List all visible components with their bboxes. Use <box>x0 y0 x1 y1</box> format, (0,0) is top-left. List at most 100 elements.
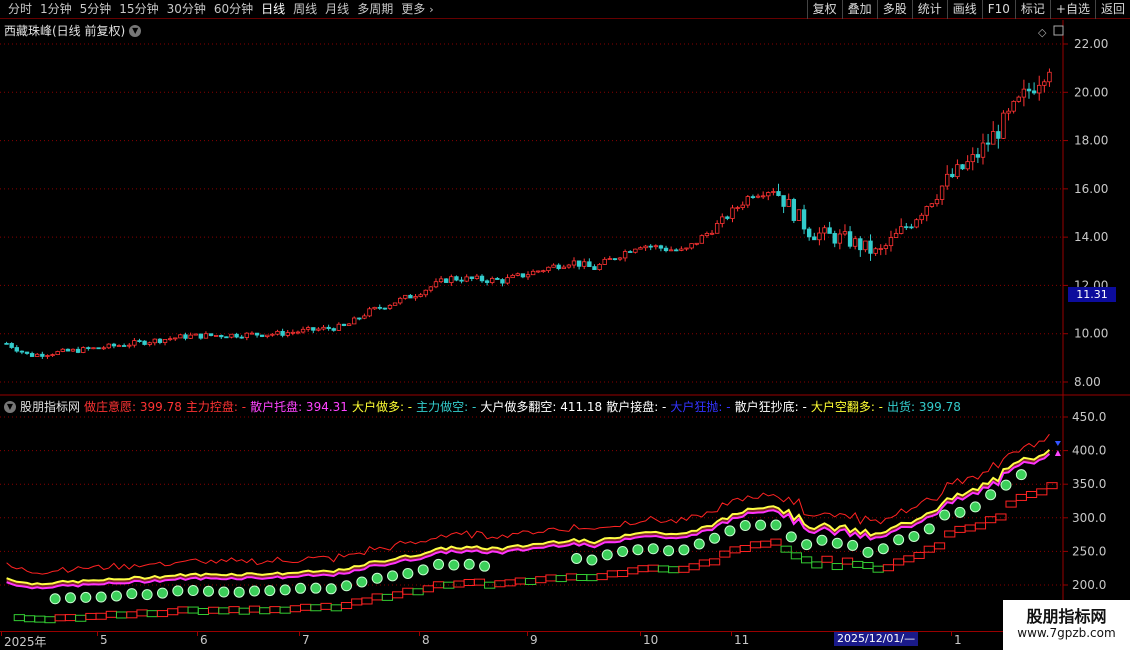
coin-circle <box>95 591 107 603</box>
candlestick <box>198 333 204 340</box>
candlestick <box>392 302 398 306</box>
candle-body <box>249 332 255 335</box>
candle-body <box>914 219 919 228</box>
candle-body <box>265 334 270 337</box>
indicator-legend-item: 大户做多翻空: 411.18 <box>480 400 603 414</box>
indicator-step-box <box>228 606 240 614</box>
candle-body <box>326 326 331 329</box>
candlestick <box>740 201 745 211</box>
period-tab[interactable]: 多周期 <box>353 0 397 19</box>
candle-body <box>9 343 14 348</box>
indicator-step-box <box>576 573 588 581</box>
candlestick <box>81 346 86 354</box>
chevron-down-icon[interactable]: ▼ <box>129 24 142 37</box>
candlestick <box>965 155 970 171</box>
period-tab[interactable]: 5分钟 <box>76 0 116 19</box>
main-y-tick-label: 22.00 <box>1074 37 1108 51</box>
candle-body <box>96 347 101 350</box>
coin-marker-icon <box>862 546 874 558</box>
indicator-step-box <box>126 611 138 619</box>
candlestick <box>1042 79 1047 93</box>
coin-circle <box>80 591 92 603</box>
candle-body <box>520 273 526 278</box>
coin-marker-icon <box>341 580 353 592</box>
indicator-step-box <box>402 587 414 595</box>
candlestick <box>1016 95 1021 103</box>
candlestick <box>868 234 873 261</box>
candle-body <box>960 164 965 170</box>
candle-body <box>219 335 224 338</box>
indicator-step-box <box>801 556 813 564</box>
coin-marker-icon <box>617 546 629 558</box>
chevron-down-icon[interactable]: ▼ <box>4 400 16 413</box>
candle-body <box>955 164 960 178</box>
candle-body <box>469 276 474 279</box>
candlestick <box>193 333 198 336</box>
candle-body <box>571 260 577 266</box>
candle-body <box>1021 88 1027 98</box>
period-tab[interactable]: 分时 <box>4 0 36 19</box>
coin-marker-icon <box>785 531 797 543</box>
candle-body <box>50 354 55 356</box>
indicator-step-box <box>95 612 107 620</box>
period-tab[interactable]: 1分钟 <box>36 0 76 19</box>
period-tab[interactable]: 15分钟 <box>115 0 162 19</box>
tool-buttons: 复权 叠加 多股 统计 画线 F10 标记 +自选 返回 <box>806 0 1130 19</box>
indicator-step-box <box>238 607 250 615</box>
coin-circle <box>816 534 828 546</box>
kline-chart[interactable]: 22.0020.0018.0016.0014.0012.0010.008.00◇ <box>0 20 1130 396</box>
coin-marker-icon <box>126 588 138 600</box>
candle-body <box>398 297 403 304</box>
side-scrollbar[interactable] <box>1118 20 1130 396</box>
chevron-right-icon[interactable]: › <box>429 3 433 16</box>
period-tab[interactable]: 月线 <box>321 0 353 19</box>
candlestick <box>316 327 321 332</box>
period-tab[interactable]: 周线 <box>289 0 321 19</box>
indicator-step-box <box>177 606 189 614</box>
indicator-step-box <box>473 578 486 586</box>
candlestick <box>50 353 55 357</box>
candle-body <box>791 199 797 221</box>
indicator-step-box <box>381 593 394 601</box>
candle-body <box>771 191 776 193</box>
candle-body <box>91 347 96 350</box>
tool-button[interactable]: 复权 <box>806 0 842 19</box>
date-axis-label: 1 <box>954 633 962 647</box>
indicator-step-box <box>944 530 956 538</box>
candle-body <box>362 315 367 319</box>
indicator-chart[interactable]: 450.0 400.0 350.0 300.0 250.0 200.0 <box>0 396 1130 630</box>
indicator-step-box <box>647 564 659 572</box>
period-tab[interactable]: 60分钟 <box>210 0 257 19</box>
period-tab[interactable]: 30分钟 <box>163 0 210 19</box>
candle-body <box>852 238 858 247</box>
candlestick <box>709 230 715 236</box>
candle-body <box>224 336 229 339</box>
tool-button[interactable]: 统计 <box>911 0 947 19</box>
tool-button[interactable]: 画线 <box>946 0 982 19</box>
candlestick <box>121 343 127 347</box>
coin-marker-icon <box>571 552 583 564</box>
indicator-step-box <box>545 574 557 582</box>
tool-button[interactable]: F10 <box>981 0 1015 19</box>
candle-body <box>454 276 459 281</box>
candle-body <box>305 327 311 330</box>
tool-button[interactable]: +自选 <box>1049 0 1095 19</box>
candle-body <box>367 308 372 317</box>
candlestick <box>438 276 444 284</box>
coin-marker-icon <box>724 525 736 537</box>
coin-marker-icon <box>985 489 997 501</box>
tool-button[interactable]: 多股 <box>876 0 912 19</box>
candlestick <box>290 329 296 336</box>
period-tab[interactable]: 更多 <box>397 0 429 19</box>
candlestick <box>270 333 275 337</box>
candle-body <box>70 348 76 352</box>
candlestick <box>45 354 50 359</box>
tool-button[interactable]: 返回 <box>1094 0 1130 19</box>
indicator-step-box <box>831 563 843 571</box>
tool-button[interactable]: 叠加 <box>841 0 877 19</box>
period-tab[interactable]: 日线 <box>257 0 289 19</box>
date-cursor-label: 2025/12/01/— <box>834 632 919 646</box>
candlestick <box>203 331 209 339</box>
indicator-step-box <box>269 606 281 614</box>
tool-button[interactable]: 标记 <box>1014 0 1050 19</box>
